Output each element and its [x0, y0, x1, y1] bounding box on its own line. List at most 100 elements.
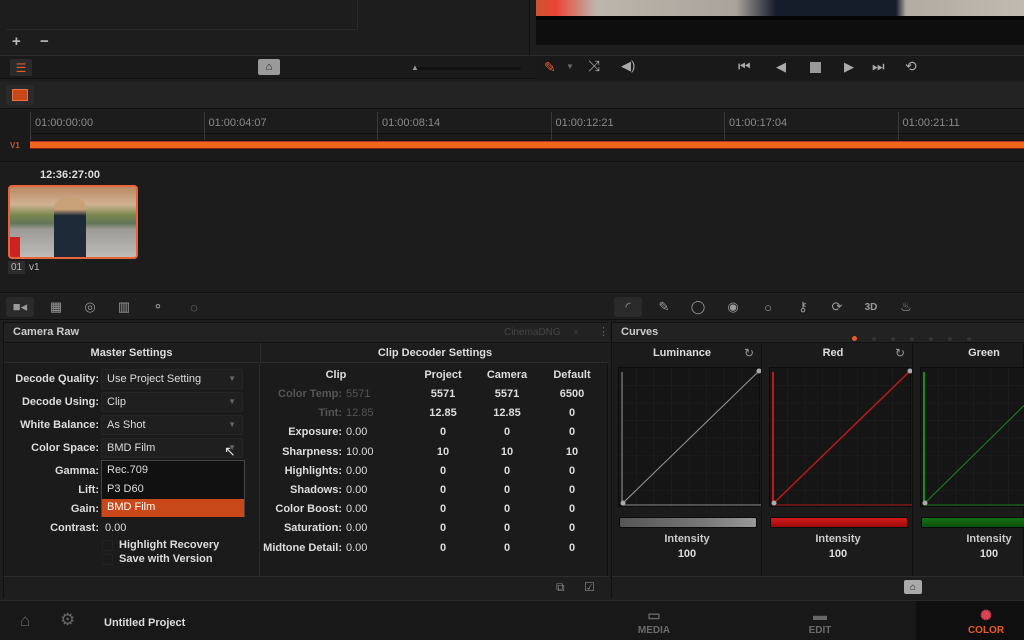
import-icon[interactable]: ⌂ [904, 580, 922, 594]
checkbox-row[interactable]: Highlight Recovery [102, 539, 219, 553]
camera-raw-icon[interactable]: ■◂ [6, 297, 34, 317]
shuffle-icon[interactable]: ⤨ [588, 58, 600, 75]
key-icon[interactable]: ⚷ [789, 297, 817, 317]
loop-icon[interactable]: ⟲ [905, 58, 917, 75]
timeline-ruler[interactable]: 01:00:00:00 01:00:04:07 01:00:08:14 01:00:1… [30, 112, 1024, 140]
curve-line[interactable] [622, 370, 760, 504]
remove-bin-button[interactable]: − [40, 33, 49, 50]
curve-graph[interactable] [618, 367, 762, 508]
divider [259, 363, 260, 576]
curve-line[interactable] [773, 370, 911, 504]
curve-svg[interactable] [921, 368, 1024, 508]
nav-tab-media[interactable]: ▭ MEDIA [584, 601, 724, 640]
reverse-play-icon[interactable]: ◀ [776, 59, 786, 75]
clip-value[interactable]: 0.00 [346, 465, 367, 477]
intensity-slider[interactable] [619, 517, 757, 528]
apply-settings-icon[interactable]: ☑ [584, 580, 595, 594]
raw-format-select[interactable]: CinemaDNG [504, 327, 561, 338]
play-icon[interactable]: ▶ [844, 59, 854, 75]
copy-settings-icon[interactable]: ⧉ [556, 580, 565, 595]
clip-value[interactable]: 0.00 [346, 426, 367, 438]
dropdown-option[interactable]: P3 D60 [102, 481, 244, 499]
intensity-value: 100 [677, 548, 697, 560]
page-dot[interactable] [929, 337, 933, 341]
intensity-slider[interactable] [921, 517, 1024, 528]
curve-line[interactable] [924, 368, 1024, 504]
slider-handle-icon[interactable]: ▲ [411, 63, 419, 72]
stop-icon[interactable] [810, 62, 821, 73]
dropdown-option[interactable]: BMD Film [102, 499, 244, 517]
primaries-bars-icon[interactable]: ▥ [110, 297, 138, 317]
curve-graph[interactable] [920, 367, 1024, 508]
select-value: Clip [107, 396, 126, 408]
rgb-mixer-icon[interactable]: ⚬ [144, 297, 172, 317]
add-bin-button[interactable]: + [12, 33, 21, 50]
viewer-scrubber[interactable] [536, 16, 1024, 45]
reset-icon[interactable]: ↻ [895, 346, 905, 360]
jump-start-icon[interactable]: ⏮ [738, 58, 751, 75]
sizing-icon[interactable]: ⟳ [823, 297, 851, 317]
3d-icon[interactable]: 3D [857, 297, 885, 317]
checkbox[interactable] [102, 553, 113, 565]
nav-tab-label: MEDIA [637, 625, 671, 636]
clip-value[interactable]: 0.00 [346, 503, 367, 515]
page-dot[interactable] [891, 337, 895, 341]
dropdown-option[interactable]: Rec.709 [102, 462, 244, 480]
effects-icon[interactable]: ♨ [892, 297, 920, 317]
blur-icon[interactable]: ○ [754, 297, 782, 317]
control-point[interactable] [620, 500, 626, 506]
decoder-camera-value: 10 [500, 445, 514, 458]
window-icon[interactable]: ◯ [684, 297, 712, 317]
video-track-v1[interactable] [30, 141, 1024, 149]
clips-view-button[interactable] [6, 85, 34, 105]
clip-value[interactable]: 0.00 [346, 484, 367, 496]
curves-icon[interactable]: ◜ [614, 297, 642, 317]
options-icon[interactable]: ⋮ [598, 325, 609, 338]
curve-graph[interactable] [769, 367, 913, 508]
clip-thumbnail[interactable] [8, 185, 138, 259]
curve-channel: Luminance ↻ Intensity 100 [612, 343, 762, 576]
page-dot[interactable] [967, 337, 971, 341]
nav-tab-color[interactable]: ✺ COLOR [916, 601, 1024, 640]
reset-icon[interactable]: ↻ [744, 346, 754, 360]
eyedropper-icon[interactable]: ✎ [544, 59, 556, 76]
page-dot[interactable] [872, 337, 876, 341]
zoom-slider[interactable]: ▲ [411, 63, 521, 72]
list-view-icon[interactable]: ☰ [10, 59, 32, 76]
checkbox-row[interactable]: Save with Version [102, 553, 213, 567]
volume-icon[interactable]: ◀) [621, 58, 635, 74]
setting-select[interactable]: As Shot ▼ [101, 415, 243, 435]
clip-value[interactable]: 10.00 [346, 446, 374, 458]
setting-select[interactable]: Use Project Setting ▼ [101, 369, 243, 389]
decoder-default-value: 0 [568, 464, 576, 477]
clip-value[interactable]: 0.00 [346, 542, 367, 554]
setting-select[interactable]: BMD Film ▼ [101, 438, 243, 458]
clip-timecode: 12:36:27:00 [40, 169, 100, 181]
nav-tab-edit[interactable]: ▬ EDIT [750, 601, 890, 640]
control-point[interactable] [771, 500, 777, 506]
curve-svg[interactable] [619, 368, 762, 508]
page-dot[interactable] [948, 337, 952, 341]
tracker-icon[interactable]: ◉ [719, 297, 747, 317]
control-point[interactable] [922, 500, 928, 506]
curve-svg[interactable] [770, 368, 913, 508]
mini-timeline[interactable]: 01:00:00:00 01:00:04:07 01:00:08:14 01:00:1… [0, 110, 1024, 162]
checkbox[interactable] [102, 539, 113, 551]
jump-end-icon[interactable]: ⏭ [872, 58, 885, 75]
chevron-down-icon[interactable]: ▼ [566, 62, 574, 71]
intensity-slider[interactable] [770, 517, 908, 528]
page-dot[interactable] [852, 336, 857, 341]
color-wheels-icon[interactable]: ◎ [76, 297, 104, 317]
setting-label: Gain: [70, 503, 99, 515]
home-icon[interactable]: ⌂ [20, 611, 30, 631]
clip-value[interactable]: 0.00 [346, 522, 367, 534]
import-icon[interactable]: ⌂ [258, 59, 280, 75]
color-match-icon[interactable]: ▦ [42, 297, 70, 317]
page-dot[interactable] [910, 337, 914, 341]
color-space-dropdown[interactable]: Rec.709 P3 D60 BMD Film [101, 460, 245, 517]
setting-select[interactable]: Clip ▼ [101, 392, 243, 412]
motion-icon[interactable]: ◌ [180, 297, 208, 317]
timeline-tick: 01:00:00:00 [30, 112, 93, 140]
qualifier-icon[interactable]: ✎ [650, 297, 678, 317]
gear-icon[interactable]: ⚙ [60, 610, 75, 630]
